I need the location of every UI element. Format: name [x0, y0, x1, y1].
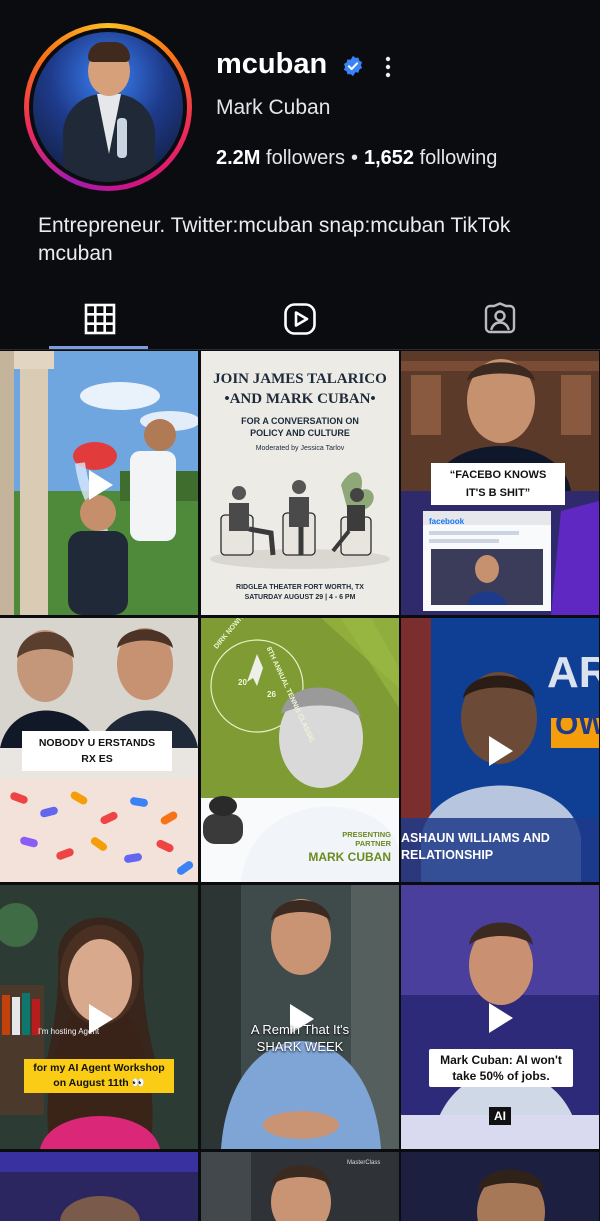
profile-tabs — [0, 290, 600, 350]
post-caption: ASHAUN WILLIAMS AND RELATIONSHIP — [401, 831, 550, 862]
post-thumbnail — [0, 1152, 198, 1221]
post-tile[interactable] — [0, 351, 198, 615]
followers-count: 2.2M — [216, 147, 261, 169]
post-caption: for my AI Agent Workshop on August 11th … — [24, 1059, 174, 1093]
bg-letters: AR — [547, 648, 599, 697]
tab-reels[interactable] — [200, 290, 400, 348]
post-thumbnail — [401, 1152, 599, 1221]
year-right: 26 — [267, 690, 276, 699]
presenting-partner-label: PRESENTING PARTNER — [342, 830, 391, 848]
post-tile[interactable]: MasterClass — [201, 1152, 399, 1221]
post-caption: NOBODY U ERSTANDS RX ES — [22, 731, 172, 771]
play-icon — [89, 470, 113, 500]
tagged-icon — [484, 302, 516, 334]
profile-avatar[interactable] — [24, 23, 192, 191]
post-tile[interactable]: I'm hosting Agent for my AI Agent Worksh… — [0, 885, 198, 1149]
poster-moderator: Moderated by Jessica Tarlov — [255, 445, 345, 452]
year-left: 20 — [238, 678, 247, 687]
profile-header: mcuban Mark Cuban 2.2M followers • 1,652 f… — [0, 0, 600, 350]
tab-posts[interactable] — [0, 290, 200, 348]
followers-label: followers — [266, 147, 345, 169]
ai-badge: AI — [489, 1107, 511, 1125]
poster-illustration — [210, 472, 390, 569]
post-tile[interactable]: NOBODY U ERSTANDS RX ES — [0, 618, 198, 882]
reels-icon — [284, 303, 316, 335]
avatar-photo — [33, 32, 183, 182]
grid-icon — [84, 303, 116, 335]
facebook-label: facebook — [429, 517, 465, 526]
poster-venue: RIDGLEA THEATER FORT WORTH, TX SATURDAY … — [236, 584, 364, 601]
bio-line-1: Entrepreneur. Twitter:mcuban snap:mcuban… — [38, 214, 511, 237]
poster-subtitle: FOR A CONVERSATION ON POLICY AND CULTURE — [241, 416, 359, 438]
following-count: 1,652 — [363, 147, 415, 169]
posts-grid: JOIN JAMES TALARICO •AND MARK CUBAN• FOR… — [0, 351, 600, 1221]
post-small-text: MasterClass — [347, 1160, 381, 1166]
poster-title: JOIN JAMES TALARICO •AND MARK CUBAN• — [213, 371, 387, 407]
post-caption: “FACEBO KNOWS IT'S B SHIT” — [431, 463, 565, 505]
post-tile[interactable]: AR OW ASHAUN WILLIAMS AND RELATIONSHIP — [401, 618, 599, 882]
profile-username: mcuban — [216, 48, 328, 80]
post-tile[interactable]: facebook “FACEBO KNOWS IT'S B SHIT” — [401, 351, 599, 615]
verified-badge-icon — [343, 55, 363, 77]
play-icon — [489, 1003, 513, 1033]
post-tile[interactable]: JOIN JAMES TALARICO •AND MARK CUBAN• FOR… — [201, 351, 399, 615]
post-caption: A Remin That It's SHARK WEEK — [250, 1022, 350, 1054]
post-tile[interactable] — [401, 1152, 599, 1221]
following-label: following — [419, 147, 498, 169]
profile-stats: 2.2M followers • 1,652 following — [216, 147, 497, 170]
profile-bio: Entrepreneur. Twitter:mcuban snap:mcuban… — [38, 212, 558, 268]
tab-divider — [0, 349, 600, 350]
bio-line-2: mcuban — [38, 242, 113, 265]
tab-tagged[interactable] — [400, 290, 600, 348]
play-icon — [489, 736, 513, 766]
post-caption: Mark Cuban: AI won't take 50% of jobs. — [429, 1049, 573, 1087]
partner-name: MARK CUBAN — [308, 850, 391, 864]
stats-separator: • — [350, 147, 358, 169]
post-tile[interactable]: Mark Cuban: AI won't take 50% of jobs. A… — [401, 885, 599, 1149]
post-tile[interactable]: A Remin That It's SHARK WEEK — [201, 885, 399, 1149]
followers-link[interactable]: 2.2M followers — [216, 147, 345, 169]
post-tile[interactable]: DIRK NOWITZKI FOUNDATION 8TH ANNUAL TENN… — [201, 618, 399, 882]
following-link[interactable]: 1,652 following — [364, 147, 497, 169]
more-options-icon[interactable] — [378, 54, 398, 80]
profile-full-name: Mark Cuban — [216, 96, 331, 119]
play-icon — [89, 1004, 113, 1034]
post-tile[interactable] — [0, 1152, 198, 1221]
bg-letters-2: OW — [555, 708, 599, 741]
